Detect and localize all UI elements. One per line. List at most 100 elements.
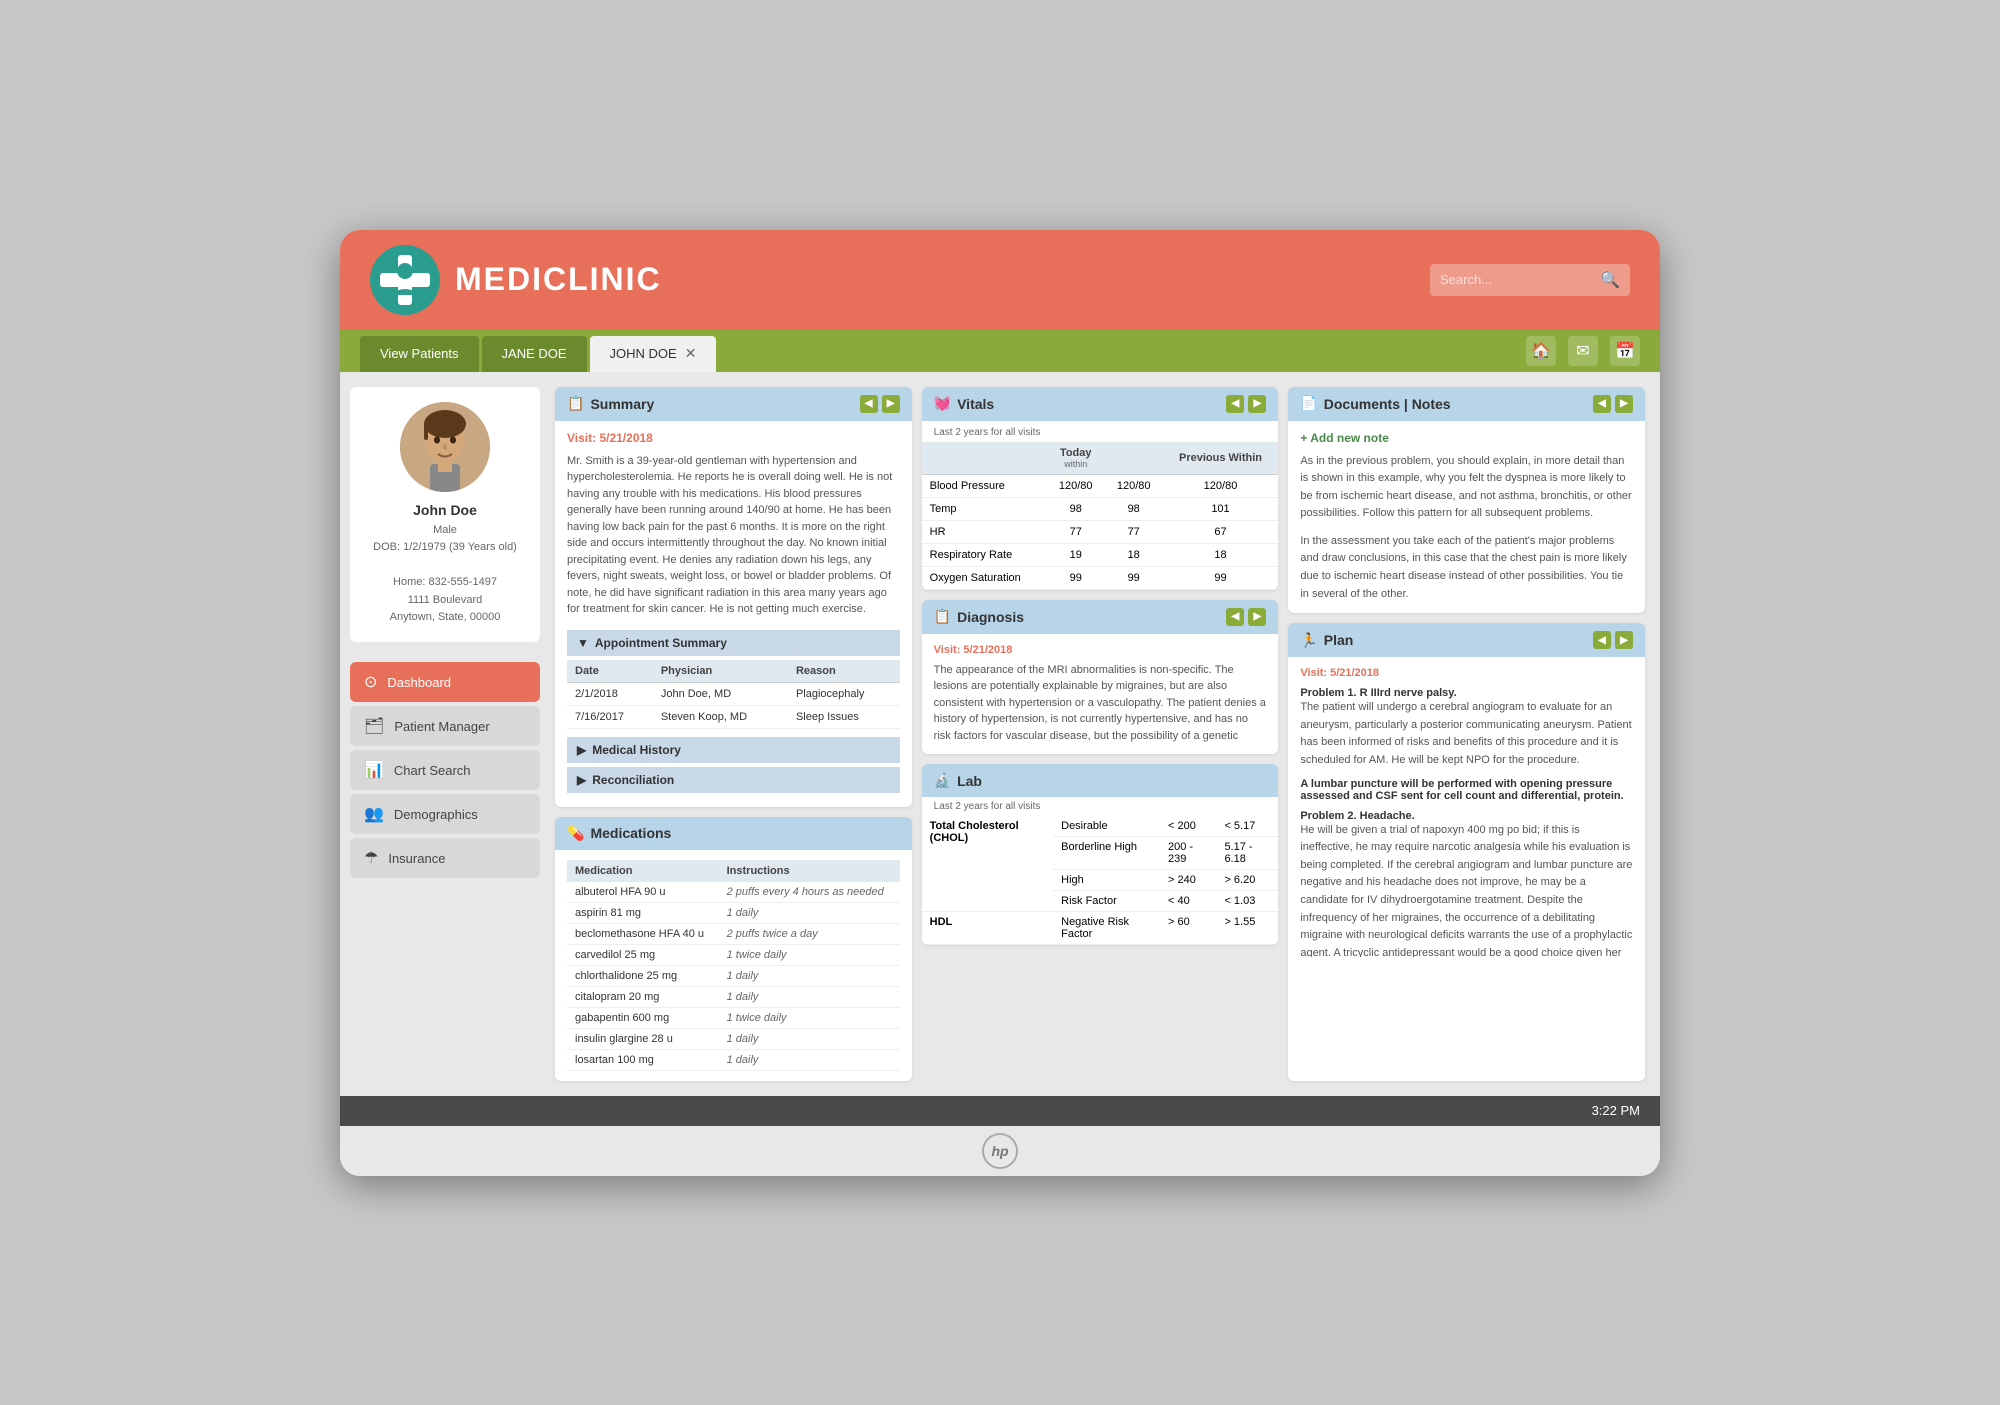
vitals-header: 💓 Vitals ◀ ▶ [922, 387, 1279, 421]
summary-text: Mr. Smith is a 39-year-old gentleman wit… [567, 453, 900, 618]
plan-prev-btn[interactable]: ◀ [1593, 631, 1611, 649]
diagnosis-header: 📋 Diagnosis ◀ ▶ [922, 600, 1279, 634]
header-search[interactable]: 🔍 [1430, 264, 1630, 296]
documents-header: 📄 Documents | Notes ◀ ▶ [1288, 387, 1645, 421]
dashboard-icon: ⊙ [364, 672, 377, 692]
summary-panel: 📋 Summary ◀ ▶ Visit: 5/21/2018 Mr. Smith… [555, 387, 912, 807]
diagnosis-nav: ◀ ▶ [1226, 608, 1266, 626]
lab-table: Total Cholesterol (CHOL)Desirable< 200< … [922, 816, 1279, 945]
demographics-icon: 👥 [364, 804, 384, 824]
table-row: carvedilol 25 mg1 twice daily [567, 944, 900, 965]
tab-view-patients[interactable]: View Patients [360, 336, 479, 372]
sidebar-nav: ⊙ Dashboard 🗂 Patient Manager 📊 Chart Se… [350, 662, 540, 878]
plan-problems: Problem 1. R IIIrd nerve palsy.The patie… [1300, 687, 1633, 957]
table-row: HR777767 [922, 520, 1279, 543]
lab-subtitle: Last 2 years for all visits [922, 797, 1279, 816]
insurance-icon: ☂ [364, 848, 378, 868]
vitals-subtitle: Last 2 years for all visits [922, 421, 1279, 442]
table-row: Blood Pressure120/80120/80120/80 [922, 474, 1279, 497]
patient-card: John Doe Male DOB: 1/2/1979 (39 Years ol… [350, 387, 540, 643]
sidebar-item-demographics[interactable]: 👥 Demographics [350, 794, 540, 834]
mail-icon-btn[interactable]: ✉ [1568, 336, 1598, 366]
summary-prev-btn[interactable]: ◀ [860, 395, 878, 413]
summary-icon: 📋 [567, 395, 584, 412]
table-row: beclomethasone HFA 40 u2 puffs twice a d… [567, 923, 900, 944]
plan-problem-item: Problem 2. Headache.He will be given a t… [1300, 810, 1633, 958]
avatar [400, 402, 490, 492]
appt-col-physician: Physician [653, 660, 788, 683]
lab-panel: 🔬 Lab Last 2 years for all visits Total … [922, 764, 1279, 945]
patient-info: Male DOB: 1/2/1979 (39 Years old) Home: … [362, 522, 528, 628]
search-input[interactable] [1440, 272, 1600, 287]
table-row: albuterol HFA 90 u2 puffs every 4 hours … [567, 882, 900, 903]
summary-next-btn[interactable]: ▶ [882, 395, 900, 413]
tab-jane-doe[interactable]: JANE DOE [482, 336, 587, 372]
vitals-next-btn[interactable]: ▶ [1248, 395, 1266, 413]
table-row: 7/16/2017Steven Koop, MDSleep Issues [567, 705, 900, 728]
plan-body: Visit: 5/21/2018 Problem 1. R IIIrd nerv… [1288, 657, 1645, 957]
content-area: 📋 Summary ◀ ▶ Visit: 5/21/2018 Mr. Smith… [550, 372, 1660, 1096]
documents-body: + Add new note As in the previous proble… [1288, 421, 1645, 614]
search-icon[interactable]: 🔍 [1600, 270, 1620, 290]
vitals-panel: 💓 Vitals ◀ ▶ Last 2 years for all visits [922, 387, 1279, 590]
navbar: View Patients JANE DOE JOHN DOE ✕ 🏠 ✉ 📅 [340, 330, 1660, 372]
sidebar-item-patient-manager[interactable]: 🗂 Patient Manager [350, 706, 540, 746]
medications-table: Medication Instructions albuterol HFA 90… [567, 860, 900, 1071]
appt-col-date: Date [567, 660, 653, 683]
logo-area: MEDICLINIC [370, 245, 662, 315]
plan-panel: 🏃 Plan ◀ ▶ Visit: 5/21/2018 Problem 1. R… [1288, 623, 1645, 1080]
vitals-prev-btn[interactable]: ◀ [1226, 395, 1244, 413]
medications-body: Medication Instructions albuterol HFA 90… [555, 850, 912, 1081]
table-row: losartan 100 mg1 daily [567, 1049, 900, 1070]
table-row: Temp9898101 [922, 497, 1279, 520]
documents-icon: 📄 [1300, 395, 1317, 412]
summary-header: 📋 Summary ◀ ▶ [555, 387, 912, 421]
patient-manager-icon: 🗂 [364, 716, 384, 736]
table-row: Oxygen Saturation999999 [922, 566, 1279, 589]
calendar-icon-btn[interactable]: 📅 [1610, 336, 1640, 366]
table-row: aspirin 81 mg1 daily [567, 902, 900, 923]
plan-problem-item: A lumbar puncture will be performed with… [1300, 778, 1633, 802]
tabs: View Patients JANE DOE JOHN DOE ✕ [360, 330, 719, 372]
table-row: HDLNegative Risk Factor> 60> 1.55 [922, 912, 1279, 945]
plan-problem-item: Problem 1. R IIIrd nerve palsy.The patie… [1300, 687, 1633, 769]
tab-close-icon[interactable]: ✕ [685, 345, 697, 362]
reconciliation-toggle[interactable]: ▶ Reconciliation [567, 767, 900, 793]
diagnosis-body: Visit: 5/21/2018 The appearance of the M… [922, 634, 1279, 755]
plan-next-btn[interactable]: ▶ [1615, 631, 1633, 649]
doc-text-1: As in the previous problem, you should e… [1300, 453, 1633, 523]
documents-nav: ◀ ▶ [1593, 395, 1633, 413]
vitals-table: Todaywithin Previous Within Blood Pressu… [922, 442, 1279, 590]
summary-nav: ◀ ▶ [860, 395, 900, 413]
diagnosis-panel: 📋 Diagnosis ◀ ▶ Visit: 5/21/2018 The app… [922, 600, 1279, 755]
table-row: 2/1/2018John Doe, MDPlagiocephaly [567, 682, 900, 705]
tab-john-doe[interactable]: JOHN DOE ✕ [590, 336, 717, 372]
patient-name: John Doe [362, 502, 528, 518]
documents-prev-btn[interactable]: ◀ [1593, 395, 1611, 413]
add-note-button[interactable]: + Add new note [1300, 431, 1389, 445]
summary-body: Visit: 5/21/2018 Mr. Smith is a 39-year-… [555, 421, 912, 807]
medical-history-toggle[interactable]: ▶ Medical History [567, 737, 900, 763]
home-icon-btn[interactable]: 🏠 [1526, 336, 1556, 366]
sidebar-item-dashboard[interactable]: ⊙ Dashboard [350, 662, 540, 702]
diagnosis-prev-btn[interactable]: ◀ [1226, 608, 1244, 626]
app-name: MEDICLINIC [455, 261, 662, 298]
sidebar-item-chart-search[interactable]: 📊 Chart Search [350, 750, 540, 790]
statusbar: 3:22 PM [340, 1096, 1660, 1126]
table-row: insulin glargine 28 u1 daily [567, 1028, 900, 1049]
plan-visit: Visit: 5/21/2018 [1300, 667, 1633, 679]
diagnosis-text: The appearance of the MRI abnormalities … [934, 662, 1267, 745]
diagnosis-next-btn[interactable]: ▶ [1248, 608, 1266, 626]
documents-next-btn[interactable]: ▶ [1615, 395, 1633, 413]
time-display: 3:22 PM [1592, 1103, 1640, 1118]
plan-nav: ◀ ▶ [1593, 631, 1633, 649]
appt-col-reason: Reason [788, 660, 900, 683]
vitals-icon: 💓 [934, 395, 951, 412]
appt-summary-toggle[interactable]: ▼ Appointment Summary [567, 630, 900, 656]
nav-icons: 🏠 ✉ 📅 [1526, 336, 1640, 366]
sidebar-item-insurance[interactable]: ☂ Insurance [350, 838, 540, 878]
hp-logo-area: hp [340, 1126, 1660, 1176]
lab-icon: 🔬 [934, 772, 951, 789]
sidebar: John Doe Male DOB: 1/2/1979 (39 Years ol… [340, 372, 550, 1096]
plan-header: 🏃 Plan ◀ ▶ [1288, 623, 1645, 657]
